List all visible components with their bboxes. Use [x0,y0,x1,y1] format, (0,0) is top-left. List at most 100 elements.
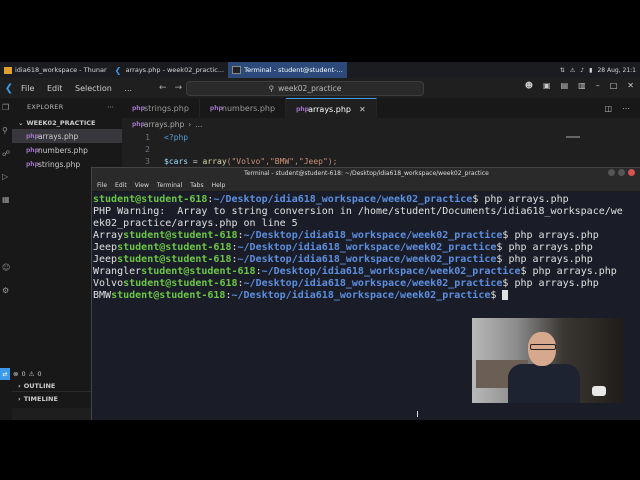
explorer-header: EXPLORER ⋯ [12,98,122,116]
layout-icon[interactable]: ▣ [543,81,551,90]
maximize-icon[interactable] [618,169,625,176]
notifications-icon[interactable]: ⚠ [570,67,575,74]
terminal-line: ek02_practice/arrays.php on line 5 [93,218,298,229]
battery-icon[interactable]: ▮ [589,67,592,74]
warnings-icon[interactable]: ⚠ [29,370,35,378]
network-icon[interactable]: ⇅ [560,67,565,74]
vscode-titlebar: ❮ File Edit Selection ... ←→ ⚲ week02_pr… [0,78,640,99]
code-variable: $cars [164,156,189,166]
tab-strings[interactable]: php strings.php [122,98,200,118]
file-label: strings.php [38,159,81,169]
vscode-icon: ❮ [114,65,122,75]
source-control-icon[interactable]: ☍ [2,150,10,158]
menu-tabs[interactable]: Tabs [190,182,203,189]
settings-gear-icon[interactable]: ⚙ [2,287,10,295]
terminal-titlebar[interactable]: Terminal - student@student-618: ~/Deskto… [92,168,640,179]
terminal-line: PHP Warning: Array to string conversion … [93,206,623,217]
code-line: 2 [122,143,640,155]
close-icon[interactable]: ✕ [627,81,634,90]
breadcrumb-file[interactable]: arrays.php [144,120,184,129]
sidebar-toggle-icon[interactable]: ▥ [578,81,586,90]
tab-label: strings.php [144,103,189,113]
search-icon: ⚲ [268,84,275,93]
warnings-count[interactable]: 0 [37,370,41,378]
command-center-label: week02_practice [278,84,342,93]
php-file-icon: php [132,121,145,128]
breadcrumb-more[interactable]: ... [195,120,202,129]
menu-terminal[interactable]: Terminal [157,182,182,189]
menu-edit[interactable]: Edit [47,84,63,93]
minimap[interactable] [566,136,580,138]
php-file-icon: php [26,146,39,154]
command-center[interactable]: ⚲ week02_practice [186,81,424,96]
menu-file[interactable]: File [21,84,34,93]
code-args: ("Volvo","BMW","Jeep"); [226,156,338,166]
menu-help[interactable]: Help [212,182,226,189]
menu-more[interactable]: ... [124,84,132,93]
folder-label: WEEK02_PRACTICE [26,118,96,127]
file-item-arrays[interactable]: php arrays.php [12,129,122,143]
php-file-icon: php [296,105,309,113]
taskbar-item-thunar[interactable]: idia618_workspace - Thunar [0,62,111,78]
explorer-title: EXPLORER [27,103,64,111]
menu-selection[interactable]: Selection [75,84,112,93]
php-file-icon: php [132,104,145,112]
terminal-line: Volvostudent@student-618:~/Desktop/idia6… [93,278,599,289]
breadcrumb: php arrays.php › ... [122,118,640,131]
maximize-icon[interactable]: □ [610,81,618,90]
line-number: 3 [145,156,150,166]
errors-count[interactable]: 0 [21,370,25,378]
terminal-line: Arraystudent@student-618:~/Desktop/idia6… [93,230,599,241]
terminal-line: student@student-618:~/Desktop/idia618_wo… [93,194,569,205]
folder-week02-practice[interactable]: ⌄ WEEK02_PRACTICE [12,116,122,129]
taskbar-item-vscode[interactable]: ❮ arrays.php - week02_practic... [111,62,228,78]
back-icon[interactable]: ← [159,83,175,93]
account-icon[interactable]: ☺ [2,264,10,272]
vscode-logo-icon: ❮ [4,82,14,94]
webcam-overlay [472,318,623,403]
terminal-line: Jeepstudent@student-618:~/Desktop/idia61… [93,254,593,265]
more-actions-icon[interactable]: ⋯ [107,103,114,111]
terminal-output[interactable]: student@student-618:~/Desktop/idia618_wo… [92,192,640,304]
menu-view[interactable]: View [135,182,149,189]
terminal-menu-bar: File Edit View Terminal Tabs Help [92,179,640,192]
chevron-right-icon: › [18,381,21,390]
minimize-icon[interactable] [608,169,615,176]
system-taskbar: idia618_workspace - Thunar ❮ arrays.php … [0,62,640,78]
remote-icon[interactable]: ⇄ [0,368,10,380]
taskbar-item-label: Terminal - student@student-... [244,66,343,74]
menu-file[interactable]: File [97,182,107,189]
folder-icon [4,66,12,74]
php-file-icon: php [209,104,223,112]
search-view-icon[interactable]: ⚲ [2,127,10,135]
outline-label: OUTLINE [23,381,56,390]
terminal-title: Terminal - student@student-618: ~/Deskto… [244,170,489,177]
more-actions-icon[interactable]: ⋯ [622,104,630,113]
clock[interactable]: 28 Aug, 21:1 [597,67,636,74]
errors-icon[interactable]: ⊗ [13,370,18,378]
mouse-cursor-icon [417,411,418,417]
minimize-icon[interactable]: – [596,81,600,90]
timeline-label: TIMELINE [23,394,58,403]
explorer-icon[interactable]: ❐ [2,104,10,112]
run-debug-icon[interactable]: ▷ [2,173,10,181]
chevron-down-icon: ⌄ [18,118,24,127]
tab-arrays[interactable]: php arrays.php ✕ [286,98,377,119]
close-icon[interactable] [628,169,635,176]
file-label: arrays.php [38,131,79,141]
taskbar-item-label: idia618_workspace - Thunar [15,66,107,74]
copilot-icon[interactable]: ☻ [525,81,533,90]
menu-edit[interactable]: Edit [115,182,127,189]
code-line: 3 $cars = array ("Volvo","BMW","Jeep"); [122,155,640,167]
terminal-cursor [502,290,509,300]
split-editor-icon[interactable]: ◫ [604,104,612,113]
taskbar-item-terminal[interactable]: Terminal - student@student-... [228,62,347,78]
panel-icon[interactable]: ▤ [561,81,569,90]
code-editor[interactable]: 1 <?php 2 3 $cars = array ("Volvo","BMW"… [122,131,640,171]
code-operator: = [188,156,203,166]
tab-numbers[interactable]: php numbers.php [200,98,287,118]
tab-close-icon[interactable]: ✕ [359,105,366,114]
file-item-numbers[interactable]: php numbers.php [12,143,122,157]
extensions-icon[interactable]: ▦ [2,196,10,204]
volume-icon[interactable]: ♪ [580,67,584,74]
